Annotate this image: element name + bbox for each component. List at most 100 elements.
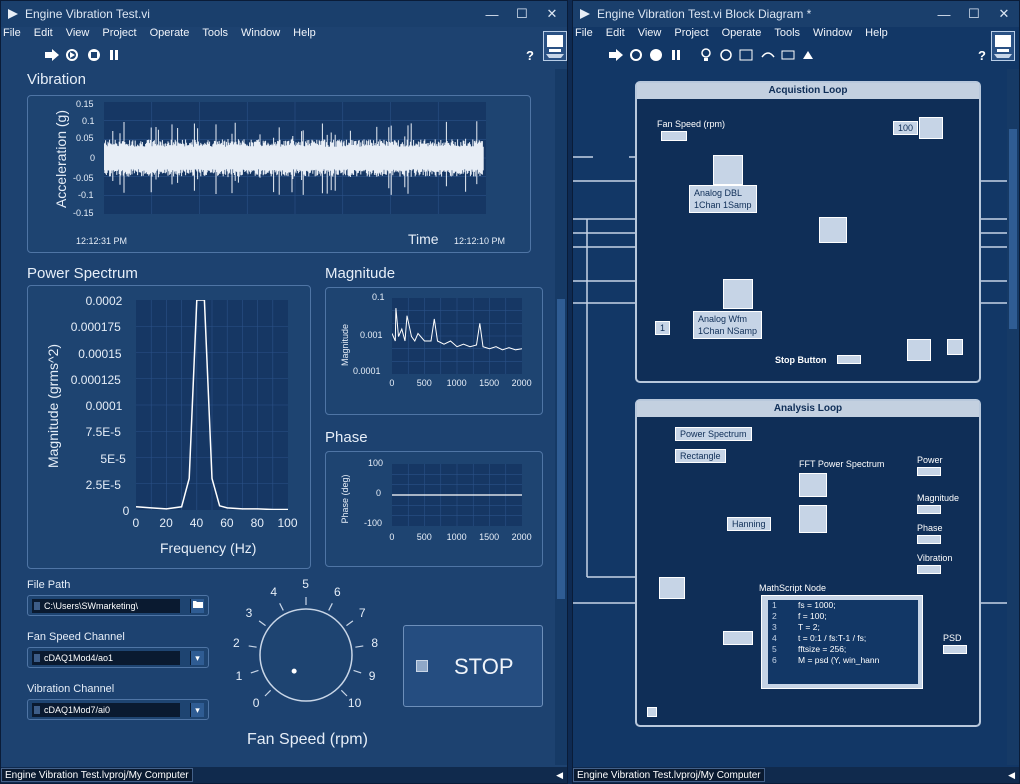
abort-icon[interactable] [87, 48, 101, 62]
project-path: Engine Vibration Test.lvproj/My Computer [1, 768, 193, 782]
menu-window[interactable]: Window [813, 27, 852, 43]
menu-operate[interactable]: Operate [150, 27, 190, 43]
phase-chart: Phase (deg) 100 0 -100 0 500 1000 1500 2000 [325, 451, 543, 567]
menu-edit[interactable]: Edit [606, 27, 625, 43]
menu-project[interactable]: Project [102, 27, 136, 43]
menu-project[interactable]: Project [674, 27, 708, 43]
step-over-icon[interactable] [761, 48, 775, 62]
mathscript-node[interactable]: 1 fs = 1000; 2f = 100; 3T = 2; 4t = 0:1 /… [761, 595, 923, 689]
power-spectrum-selector[interactable]: Power Spectrum [675, 427, 752, 441]
minimize-button[interactable]: — [929, 7, 959, 22]
knob-tick [258, 620, 266, 627]
status-arrow-icon[interactable]: ◀ [1008, 770, 1015, 781]
front-panel-toolbar: ? [1, 45, 567, 65]
axis-tick-label: 5E-5 [100, 451, 126, 466]
loop-condition-icon[interactable] [947, 339, 963, 355]
unbundle-node[interactable] [659, 577, 685, 599]
axis-tick-label: 40 [189, 516, 204, 530]
fft-magnitude-phase-node[interactable] [799, 505, 827, 533]
help-icon[interactable]: ? [523, 48, 537, 63]
axis-tick-label: 500 [416, 532, 432, 542]
psd-output-label: PSD [943, 633, 962, 643]
daqmx-write-node[interactable] [713, 155, 743, 185]
step-out-icon[interactable] [781, 48, 795, 62]
pause-icon[interactable] [669, 48, 683, 62]
browse-folder-icon[interactable] [190, 599, 204, 613]
highlight-execution-icon[interactable] [699, 48, 713, 62]
retain-wire-values-icon[interactable] [719, 48, 733, 62]
menu-help[interactable]: Help [293, 27, 316, 43]
maximize-button[interactable]: ☐ [507, 6, 537, 22]
knob-tick [264, 689, 272, 697]
menu-window[interactable]: Window [241, 27, 280, 43]
menu-tools[interactable]: Tools [202, 27, 228, 43]
maximize-button[interactable]: ☐ [959, 6, 989, 22]
stop-button[interactable]: STOP [403, 625, 543, 707]
daqmx-read-node[interactable] [723, 279, 753, 309]
help-icon[interactable]: ? [975, 48, 989, 63]
axis-tick-label: 0.0002 [85, 294, 123, 308]
file-path-input[interactable]: C:\Users\SWmarketing\ [32, 599, 180, 613]
labview-vi-icon [8, 9, 18, 19]
menu-tools[interactable]: Tools [774, 27, 800, 43]
axis-tick-label: 20 [159, 516, 173, 530]
axis-tick-label: 0 [389, 532, 395, 542]
wait-ms-node[interactable] [919, 117, 943, 139]
rectangle-window-selector[interactable]: Rectangle [675, 449, 726, 463]
axis-tick-label: 7.5E-5 [85, 425, 121, 440]
mathscript-code[interactable]: 1 fs = 1000; 2f = 100; 3T = 2; 4t = 0:1 /… [768, 600, 918, 684]
clean-up-diagram-icon[interactable] [801, 48, 815, 62]
block-diagram-statusbar: Engine Vibration Test.lvproj/My Computer… [573, 767, 1019, 783]
vibration-channel-dropdown-icon[interactable]: ▾ [190, 703, 204, 717]
stop-button-terminal-label: Stop Button [775, 355, 827, 365]
step-into-icon[interactable] [739, 48, 753, 62]
close-button[interactable]: ✕ [989, 6, 1019, 22]
close-button[interactable]: ✕ [537, 6, 567, 22]
fan-speed-channel-dropdown-icon[interactable]: ▾ [190, 651, 204, 665]
power-terminal [917, 467, 941, 476]
magnitude-plot-area [391, 298, 523, 374]
block-diagram-scrollbar[interactable] [1007, 69, 1019, 765]
pause-icon[interactable] [107, 48, 121, 62]
menu-edit[interactable]: Edit [34, 27, 53, 43]
run-arrow-icon[interactable] [45, 48, 59, 62]
analog-wfm-selector[interactable]: Analog Wfm 1Chan NSamp [693, 311, 763, 339]
get-waveform-node[interactable] [723, 631, 753, 645]
power-spectrum-xlabel: Frequency (Hz) [160, 540, 257, 556]
hanning-window-selector[interactable]: Hanning [727, 517, 771, 531]
menu-help[interactable]: Help [865, 27, 888, 43]
bundle-node[interactable] [819, 217, 847, 243]
vi-connector-icon [991, 31, 1015, 61]
phase-output-label: Phase [917, 523, 943, 533]
fan-speed-channel-input[interactable]: cDAQ1Mod4/ao1 [32, 651, 180, 665]
stop-button-label: STOP [454, 654, 514, 679]
menu-file[interactable]: File [575, 27, 593, 43]
axis-tick-label: 100 [277, 516, 298, 530]
menu-file[interactable]: File [3, 27, 21, 43]
vibration-channel-control: cDAQ1Mod7/ai0 ▾ [27, 699, 209, 720]
run-arrow-icon[interactable] [609, 48, 623, 62]
menu-operate[interactable]: Operate [722, 27, 762, 43]
vibration-ytick: 0.05 [76, 133, 94, 143]
run-continuously-icon[interactable] [65, 48, 79, 62]
or-node[interactable] [907, 339, 931, 361]
phase-ytick: 100 [368, 458, 384, 468]
menu-view[interactable]: View [638, 27, 662, 43]
samples-constant[interactable]: 1 [655, 321, 671, 335]
vibration-channel-input[interactable]: cDAQ1Mod7/ai0 [32, 703, 180, 717]
wait-constant[interactable]: 100 [893, 121, 919, 135]
abort-icon[interactable] [649, 48, 663, 62]
axis-tick-label: 0 [122, 504, 130, 518]
run-continuously-icon[interactable] [629, 48, 643, 62]
magnitude-ylabel: Magnitude [340, 323, 350, 367]
menu-view[interactable]: View [66, 27, 90, 43]
knob-tick [250, 669, 259, 674]
fan-speed-knob[interactable] [231, 591, 381, 721]
axis-tick-label: 5 [302, 577, 309, 591]
file-path-label: File Path [27, 579, 71, 591]
analog-dbl-selector[interactable]: Analog DBL 1Chan 1Samp [689, 185, 757, 213]
minimize-button[interactable]: — [477, 7, 507, 22]
status-arrow-icon[interactable]: ◀ [556, 770, 563, 781]
front-panel-scrollbar[interactable] [555, 69, 567, 765]
fft-power-spectrum-node[interactable] [799, 473, 827, 497]
